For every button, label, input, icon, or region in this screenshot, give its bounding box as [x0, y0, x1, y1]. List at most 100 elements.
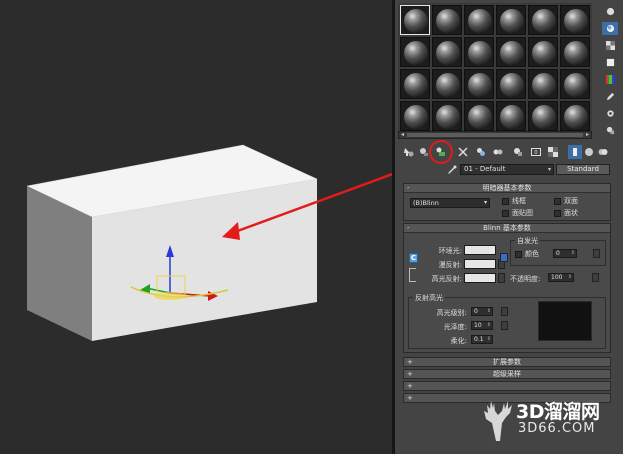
- sample-slot[interactable]: [496, 101, 526, 131]
- specular-level-map-button[interactable]: [501, 307, 508, 316]
- sample-slot[interactable]: [560, 37, 590, 67]
- ambient-color-swatch[interactable]: [464, 245, 496, 255]
- sample-slot[interactable]: [496, 5, 526, 35]
- scroll-left-icon[interactable]: ◂: [399, 132, 406, 138]
- sample-sphere: [404, 9, 428, 33]
- eyedropper-icon[interactable]: [447, 165, 457, 175]
- sample-slot[interactable]: [464, 101, 494, 131]
- sample-slot[interactable]: [432, 5, 462, 35]
- self-illum-color-label: 颜色: [525, 250, 539, 258]
- show-map-in-viewport-button[interactable]: [546, 145, 560, 159]
- shader-type-select[interactable]: (B)Blinn ▾: [410, 198, 490, 208]
- collapsed-rollout[interactable]: +: [403, 381, 611, 391]
- sample-slot[interactable]: [464, 5, 494, 35]
- get-material-button[interactable]: [402, 145, 416, 159]
- self-illum-color-checkbox[interactable]: 颜色: [515, 249, 539, 259]
- uv-tiling-button[interactable]: [602, 56, 618, 69]
- sample-sphere: [532, 41, 556, 65]
- soften-value: 0.1: [474, 336, 484, 343]
- show-end-result-button[interactable]: [568, 145, 582, 159]
- go-to-parent-button[interactable]: [582, 145, 596, 159]
- video-color-check-button[interactable]: [602, 73, 618, 86]
- sample-slot[interactable]: [400, 5, 430, 35]
- extended-parameters-rollout[interactable]: + 扩展参数: [403, 357, 611, 367]
- sample-sphere: [436, 105, 460, 129]
- soften-spinner[interactable]: 0.1 ⇕: [471, 335, 493, 344]
- sample-slot[interactable]: [528, 101, 558, 131]
- library-icon: [514, 148, 522, 156]
- self-illumination-title: 自发光: [515, 236, 540, 246]
- sample-slot[interactable]: [528, 5, 558, 35]
- deer-logo-icon: [484, 401, 512, 441]
- make-preview-button[interactable]: [602, 90, 618, 103]
- self-illum-spinner[interactable]: 0 ⇕: [553, 249, 577, 258]
- checkbox-box: [502, 197, 509, 205]
- sample-slot[interactable]: [464, 69, 494, 99]
- options-button[interactable]: [602, 107, 618, 120]
- self-illum-value: 0: [556, 250, 560, 257]
- reset-material-button[interactable]: [456, 145, 470, 159]
- opacity-label: 不透明度:: [510, 275, 541, 283]
- opacity-spinner[interactable]: 100 ⇕: [548, 273, 574, 282]
- sample-slot[interactable]: [432, 37, 462, 67]
- make-unique-button[interactable]: [491, 145, 505, 159]
- diffuse-color-swatch[interactable]: [464, 259, 496, 269]
- glossiness-spinner[interactable]: 10 ⇕: [471, 321, 493, 330]
- glossiness-map-button[interactable]: [501, 321, 508, 330]
- faceted-checkbox[interactable]: 面状: [554, 208, 578, 218]
- sample-slot[interactable]: [496, 37, 526, 67]
- material-name-row: 01 - Default ▾ Standard: [398, 164, 620, 176]
- material-name-field[interactable]: 01 - Default ▾: [460, 164, 554, 175]
- scroll-right-icon[interactable]: ▸: [584, 132, 591, 138]
- face-map-checkbox[interactable]: 面贴图: [502, 208, 533, 218]
- sample-slot[interactable]: [528, 37, 558, 67]
- sample-slot[interactable]: [528, 69, 558, 99]
- faceted-label: 面状: [564, 209, 578, 217]
- sample-slot[interactable]: [560, 101, 590, 131]
- self-illum-map-button[interactable]: [593, 249, 600, 258]
- sample-slot[interactable]: [432, 101, 462, 131]
- go-forward-to-sibling-button[interactable]: [596, 145, 610, 159]
- blinn-basic-header[interactable]: - Blinn 基本参数: [404, 224, 610, 233]
- map-lock-icon[interactable]: [500, 253, 508, 262]
- wire-checkbox[interactable]: 线框: [502, 196, 526, 206]
- close-icon: [458, 147, 468, 157]
- sample-slot[interactable]: [496, 69, 526, 99]
- supersampling-rollout[interactable]: + 超级采样: [403, 369, 611, 379]
- blinn-basic-rollout: - Blinn 基本参数 C 环境光: 漫反射: 高光反射: 自发光 颜色 0 ⇕…: [403, 223, 611, 353]
- specular-level-label: 高光级别:: [436, 309, 467, 317]
- shader-basic-header[interactable]: - 明暗器基本参数: [404, 184, 610, 193]
- opacity-map-button[interactable]: [592, 273, 599, 282]
- expand-icon: +: [407, 382, 413, 390]
- background-button[interactable]: [602, 39, 618, 52]
- sample-sphere: [468, 73, 492, 97]
- sample-type-button[interactable]: [602, 5, 618, 18]
- chevron-down-icon[interactable]: ▾: [548, 165, 551, 174]
- copy-material-button[interactable]: [474, 145, 488, 159]
- sample-slot[interactable]: [432, 69, 462, 99]
- sample-slot[interactable]: [400, 37, 430, 67]
- copy-icon: [477, 148, 485, 156]
- specular-map-button[interactable]: [498, 273, 505, 283]
- sample-slot[interactable]: [400, 69, 430, 99]
- shader-basic-title: 明暗器基本参数: [482, 184, 532, 192]
- specular-level-spinner[interactable]: 0 ⇕: [471, 307, 493, 316]
- put-to-library-button[interactable]: [511, 145, 525, 159]
- material-id-channel-button[interactable]: 0: [529, 145, 543, 159]
- collapse-icon: -: [407, 224, 410, 232]
- sample-sphere: [404, 105, 428, 129]
- select-by-material-button[interactable]: [602, 124, 618, 137]
- material-type-button[interactable]: Standard: [556, 164, 610, 175]
- sample-slot[interactable]: [560, 5, 590, 35]
- specular-color-swatch[interactable]: [464, 273, 496, 283]
- checkbox-box: [515, 250, 522, 258]
- two-sided-checkbox[interactable]: 双面: [554, 196, 578, 206]
- scrollbar-thumb[interactable]: [407, 133, 583, 137]
- sample-slot[interactable]: [464, 37, 494, 67]
- sample-slot[interactable]: [400, 101, 430, 131]
- sample-slot[interactable]: [560, 69, 590, 99]
- perspective-viewport[interactable]: [0, 0, 392, 454]
- slot-scrollbar[interactable]: ◂ ▸: [398, 131, 592, 139]
- backlight-button[interactable]: [602, 22, 618, 35]
- square-icon: [606, 58, 614, 67]
